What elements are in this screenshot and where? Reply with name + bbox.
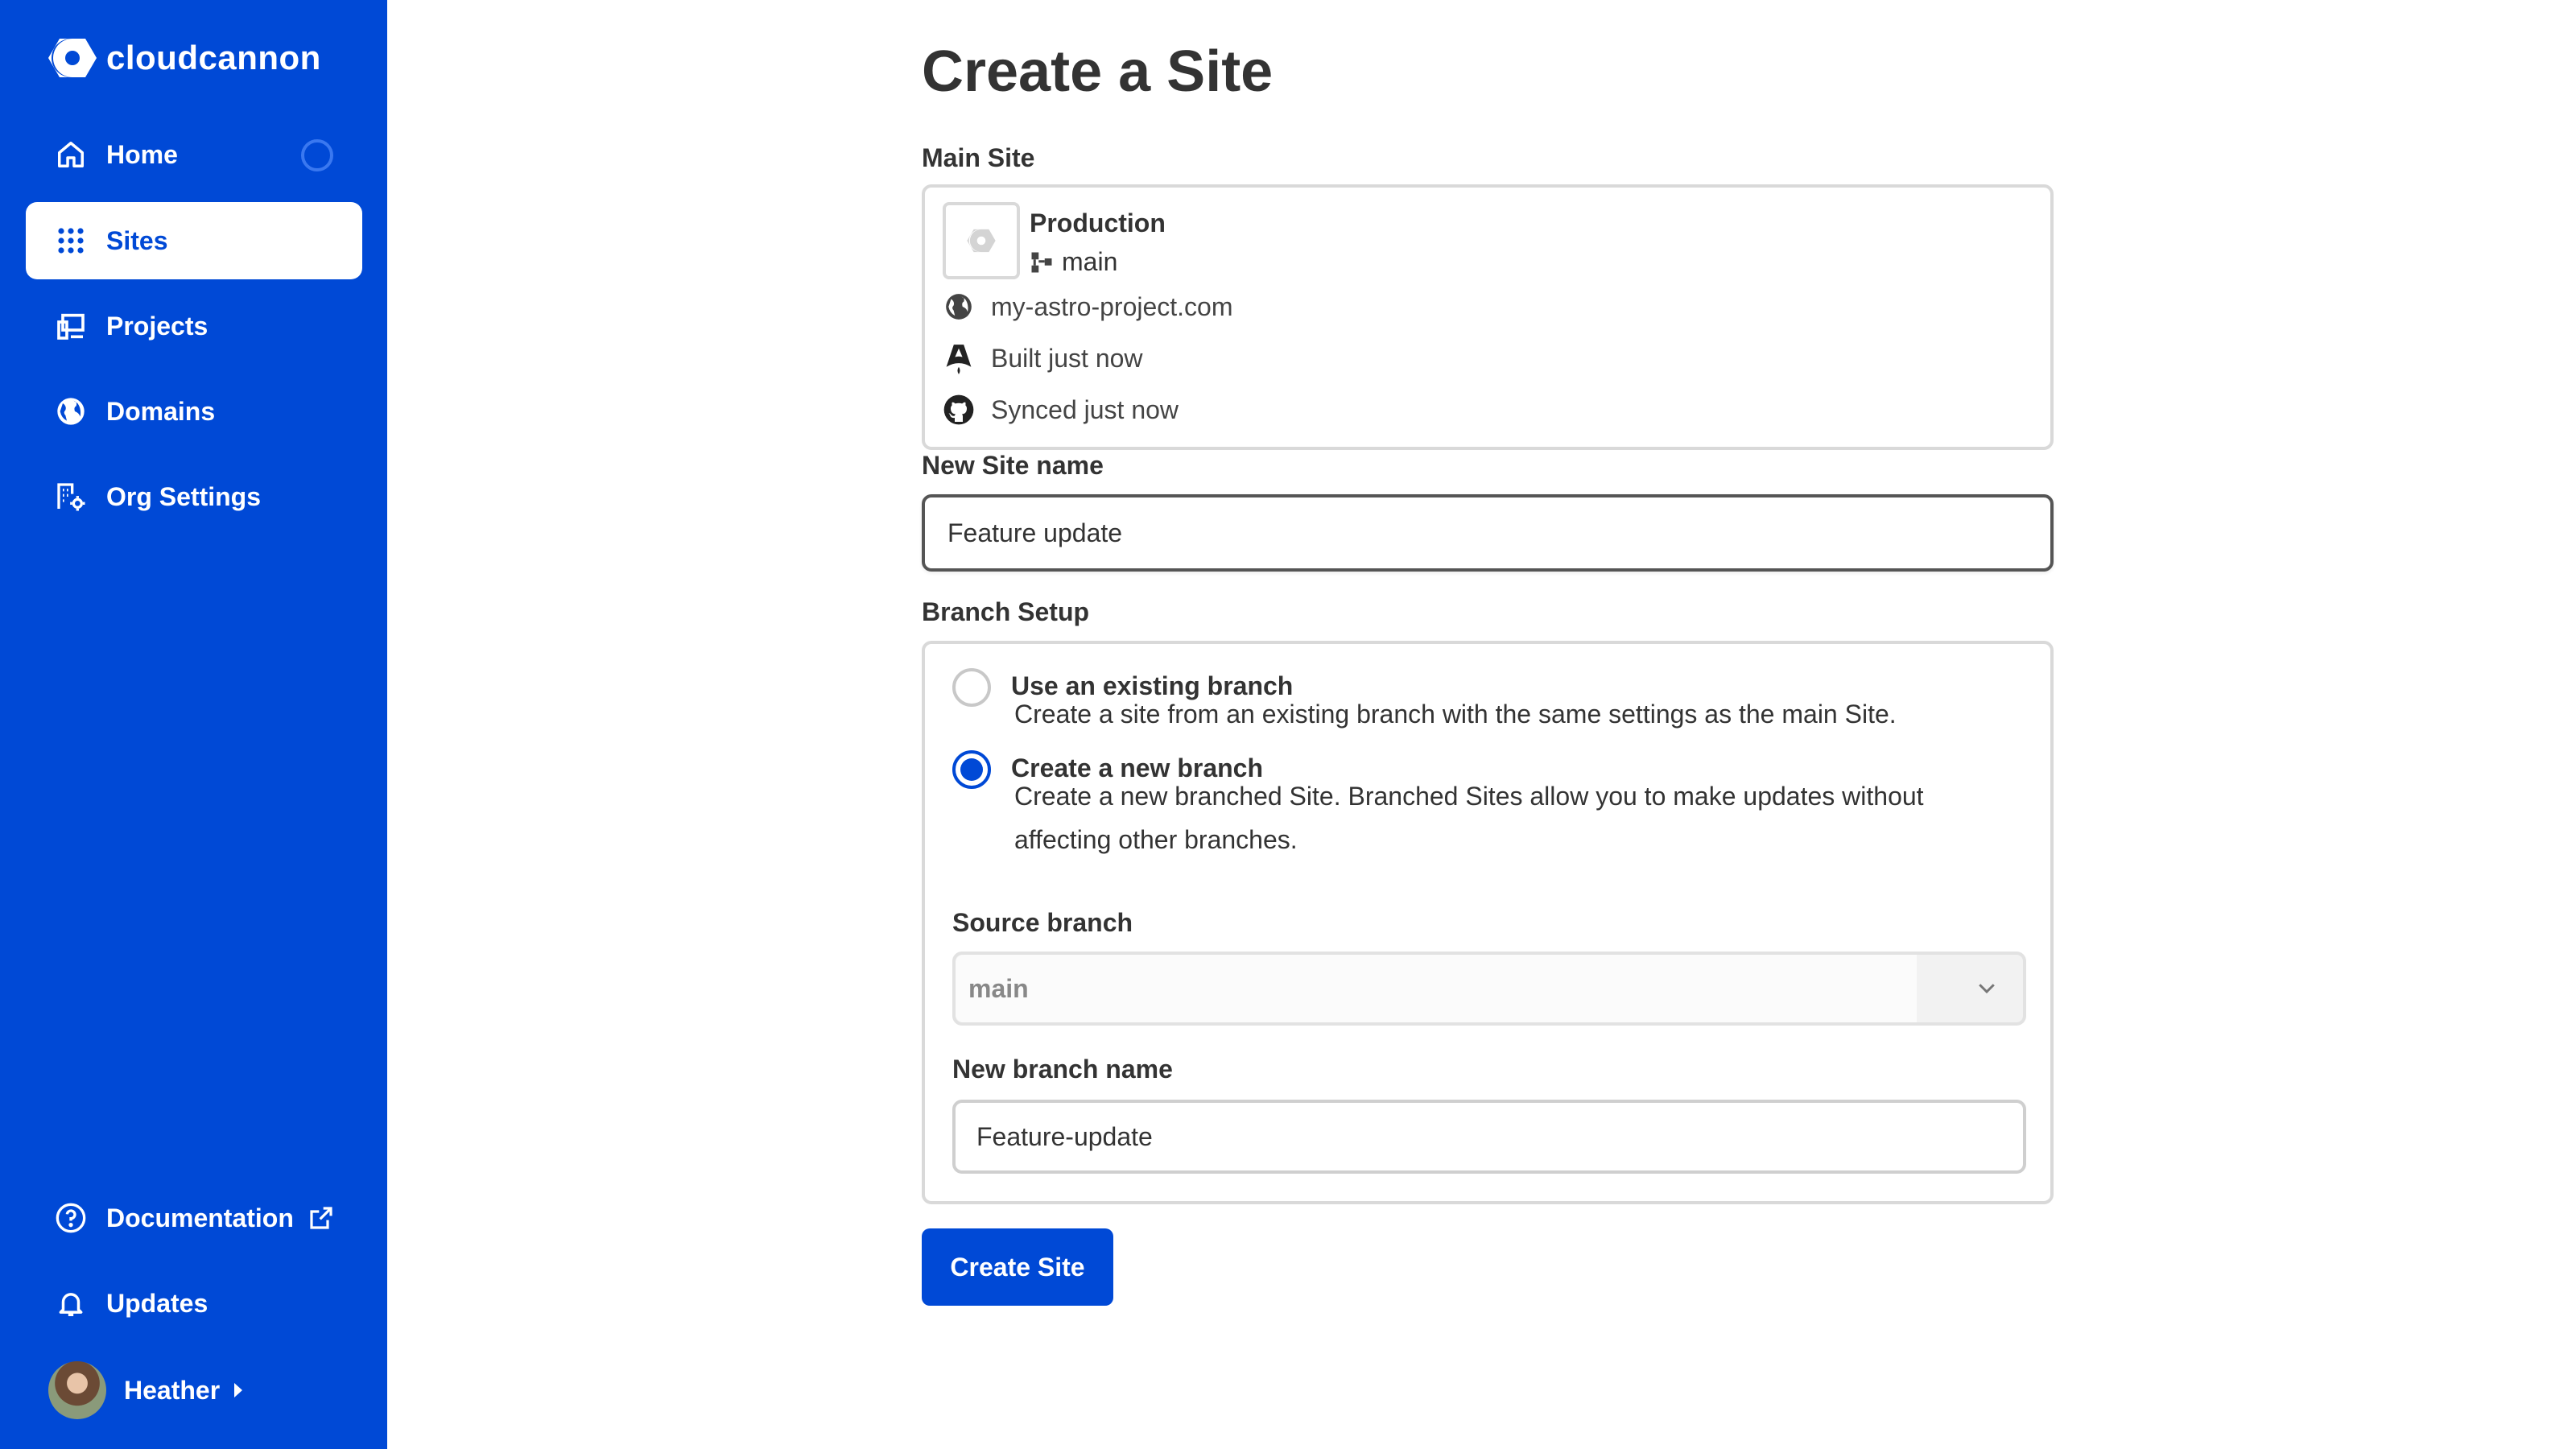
grid-dots-icon <box>55 225 87 257</box>
cloudcannon-logo-icon <box>48 39 97 77</box>
new-branch-radio[interactable] <box>952 750 991 789</box>
site-build-status: Built just now <box>943 342 1143 374</box>
new-branch-description: Create a new branched Site. Branched Sit… <box>1014 782 1924 854</box>
sidebar-item-sites[interactable]: Sites <box>26 202 362 279</box>
sidebar-item-label: Documentation <box>106 1203 294 1232</box>
sidebar-item-domains[interactable]: Domains <box>26 373 362 450</box>
sidebar: cloudcannon Home Sites Projects Domains <box>0 0 387 1449</box>
user-menu[interactable]: Heather <box>26 1352 362 1429</box>
github-icon <box>943 394 975 426</box>
brand-name: cloudcannon <box>106 39 321 76</box>
site-build-text: Built just now <box>991 343 1143 373</box>
devices-icon <box>55 310 87 342</box>
cloudcannon-logo-icon <box>967 229 996 253</box>
sidebar-item-label: Projects <box>106 311 208 341</box>
external-link-icon <box>310 1207 332 1229</box>
source-branch-label: Source branch <box>952 908 1133 937</box>
cloudcannon-logo[interactable]: cloudcannon <box>45 35 321 80</box>
new-branch-name-label: New branch name <box>952 1055 1173 1084</box>
branch-setup-card: Use an existing branch Create a site fro… <box>922 641 2054 1204</box>
existing-branch-radio[interactable] <box>952 668 991 707</box>
sidebar-item-projects[interactable]: Projects <box>26 287 362 365</box>
new-site-name-input[interactable] <box>922 494 2054 572</box>
page-title: Create a Site <box>922 39 1274 104</box>
existing-branch-description: Create a site from an existing branch wi… <box>1014 700 1897 729</box>
new-site-name-label: New Site name <box>922 451 1104 480</box>
sidebar-item-documentation[interactable]: Documentation <box>26 1179 362 1257</box>
sidebar-item-label: Home <box>106 139 178 169</box>
site-branch: main <box>1030 247 1117 277</box>
git-branch-icon <box>1031 252 1052 272</box>
sidebar-item-updates[interactable]: Updates <box>26 1265 362 1342</box>
new-branch-name-input[interactable] <box>952 1100 2026 1174</box>
globe-icon <box>943 291 975 323</box>
site-sync-text: Synced just now <box>991 394 1179 424</box>
sidebar-item-label: Updates <box>106 1288 208 1318</box>
astro-icon <box>943 342 975 374</box>
bell-icon <box>55 1287 87 1319</box>
site-sync-status: Synced just now <box>943 394 1179 426</box>
sidebar-item-label: Org Settings <box>106 481 262 511</box>
user-name: Heather <box>124 1375 221 1405</box>
caret-right-icon <box>234 1383 243 1397</box>
help-circle-icon <box>55 1202 87 1234</box>
loading-spinner-icon <box>301 139 333 171</box>
avatar <box>48 1361 106 1419</box>
create-site-button[interactable]: Create Site <box>922 1228 1113 1306</box>
source-branch-value: main <box>956 955 1917 1022</box>
building-gear-icon <box>55 481 87 513</box>
branch-setup-label: Branch Setup <box>922 597 1090 626</box>
sidebar-item-org-settings[interactable]: Org Settings <box>26 458 362 535</box>
site-domain[interactable]: my-astro-project.com <box>943 291 1233 323</box>
site-branch-name: main <box>1062 247 1118 276</box>
main-site-label: Main Site <box>922 143 1035 172</box>
site-environment: Production <box>1030 208 1166 237</box>
source-branch-select[interactable]: main <box>952 952 2026 1026</box>
main-site-card: Production main my-astro-project.com Bui… <box>922 184 2054 450</box>
site-domain-text: my-astro-project.com <box>991 291 1233 321</box>
sidebar-item-label: Sites <box>106 225 168 255</box>
home-icon <box>55 138 87 171</box>
globe-icon <box>55 395 87 427</box>
sidebar-item-label: Domains <box>106 396 216 426</box>
sidebar-item-home[interactable]: Home <box>26 116 362 193</box>
site-thumbnail <box>943 202 1020 279</box>
chevron-down-icon <box>1979 984 1995 994</box>
